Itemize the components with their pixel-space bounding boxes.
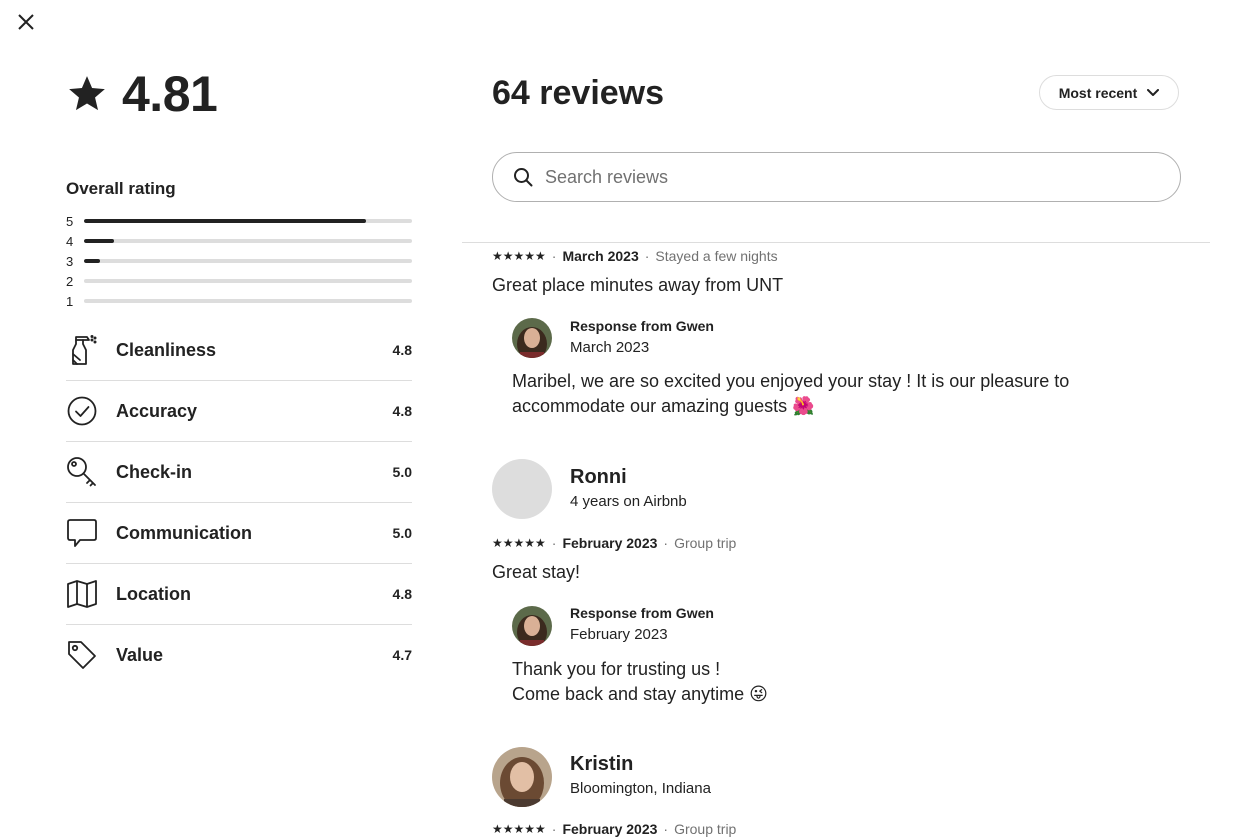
search-input[interactable] (543, 165, 1147, 189)
host-avatar[interactable] (512, 318, 552, 358)
review-date: February 2023 (562, 535, 658, 551)
host-response-header: Response from Gwen February 2023 (570, 605, 714, 643)
category-label: Cleanliness (116, 339, 217, 360)
response-text: Thank you for trusting us ! Come back an… (512, 659, 768, 704)
overall-rating-label: Overall rating (66, 179, 176, 198)
response-date: February 2023 (570, 626, 668, 643)
review-meta: ★★★★★ · February 2023 · Group trip (492, 535, 736, 551)
category-score: 4.8 (392, 342, 412, 358)
review-trip-type: Group trip (674, 535, 737, 551)
overall-rating-summary: 4.81 (66, 64, 218, 124)
rating-bar-3: 3 (66, 251, 412, 271)
category-label: Value (116, 644, 164, 665)
close-button[interactable] (12, 8, 40, 36)
review-meta: ★★★★★ · March 2023 · Stayed a few nights (492, 248, 778, 264)
header-divider (462, 242, 1210, 243)
reviewer-subtitle: Bloomington, Indiana (570, 780, 711, 797)
search-icon (514, 168, 533, 187)
host-response-header: Response from Gwen March 2023 (570, 318, 714, 356)
response-text: Maribel, we are so excited you enjoyed y… (512, 371, 1070, 416)
review-stars: ★★★★★ (492, 249, 546, 263)
category-score: 5.0 (392, 464, 412, 480)
category-label: Accuracy (116, 400, 198, 421)
review-stars: ★★★★★ (492, 536, 546, 550)
check-circle-icon (66, 395, 98, 427)
host-avatar[interactable] (512, 606, 552, 646)
overall-rating-value: 4.81 (122, 66, 218, 122)
category-check-in: Check-in 5.0 (66, 442, 412, 503)
meta-separator: · (644, 248, 650, 264)
category-cleanliness: Cleanliness 4.8 (66, 320, 412, 381)
reviewer-name: Kristin (570, 753, 634, 775)
reviewer-avatar[interactable] (492, 747, 552, 807)
category-communication: Communication 5.0 (66, 503, 412, 564)
review-date: March 2023 (562, 248, 639, 264)
rating-bar-1: 1 (66, 291, 412, 311)
category-score: 4.8 (392, 403, 412, 419)
reviews-count-title: 64 reviews (492, 74, 665, 112)
response-date: March 2023 (570, 339, 650, 356)
category-accuracy: Accuracy 4.8 (66, 381, 412, 442)
rating-bar-fill (84, 219, 367, 223)
category-value: Value 4.7 (66, 625, 412, 685)
reviewer-info: Kristin Bloomington, Indiana (570, 753, 711, 797)
meta-separator: · (551, 535, 557, 551)
category-score: 5.0 (392, 525, 412, 541)
star-icon (69, 76, 105, 111)
reviewer-name: Ronni (570, 466, 627, 488)
close-icon (18, 14, 34, 30)
category-label: Check-in (116, 461, 193, 482)
reviewer-avatar[interactable] (492, 459, 552, 519)
response-heading: Response from Gwen (570, 318, 714, 334)
category-score: 4.7 (392, 647, 412, 663)
rating-bar-5: 5 (66, 211, 412, 231)
chevron-down-icon (1147, 88, 1160, 96)
meta-separator: · (551, 248, 557, 264)
category-label: Location (116, 583, 191, 604)
sort-label: Most recent (1058, 84, 1138, 101)
rating-bar-4: 4 (66, 231, 412, 251)
speech-bubble-icon (66, 517, 98, 549)
key-icon (66, 456, 98, 488)
rating-bar-fill (84, 259, 101, 263)
category-ratings: Cleanliness 4.8 Accuracy 4.8 Check-in 5.… (66, 320, 412, 685)
meta-separator: · (663, 535, 669, 551)
category-location: Location 4.8 (66, 564, 412, 625)
reviewer-info: Ronni 4 years on Airbnb (570, 466, 687, 510)
reviewer-subtitle: 4 years on Airbnb (570, 493, 687, 510)
rating-distribution: 5 4 3 2 1 (66, 211, 412, 311)
rating-bar-fill (84, 239, 114, 243)
review-trip-type: Stayed a few nights (655, 248, 778, 264)
review-text: Great place minutes away from UNT (492, 275, 784, 295)
tag-icon (66, 639, 98, 671)
sort-dropdown[interactable]: Most recent (1039, 75, 1179, 110)
response-heading: Response from Gwen (570, 605, 714, 621)
spray-bottle-icon (66, 334, 98, 366)
review-stars: ★★★★★ (492, 822, 546, 836)
search-reviews-field[interactable] (492, 152, 1181, 202)
rating-bar-2: 2 (66, 271, 412, 291)
category-label: Communication (116, 522, 253, 543)
map-icon (66, 578, 98, 610)
category-score: 4.8 (392, 586, 412, 602)
review-text: Great stay! (492, 562, 581, 582)
